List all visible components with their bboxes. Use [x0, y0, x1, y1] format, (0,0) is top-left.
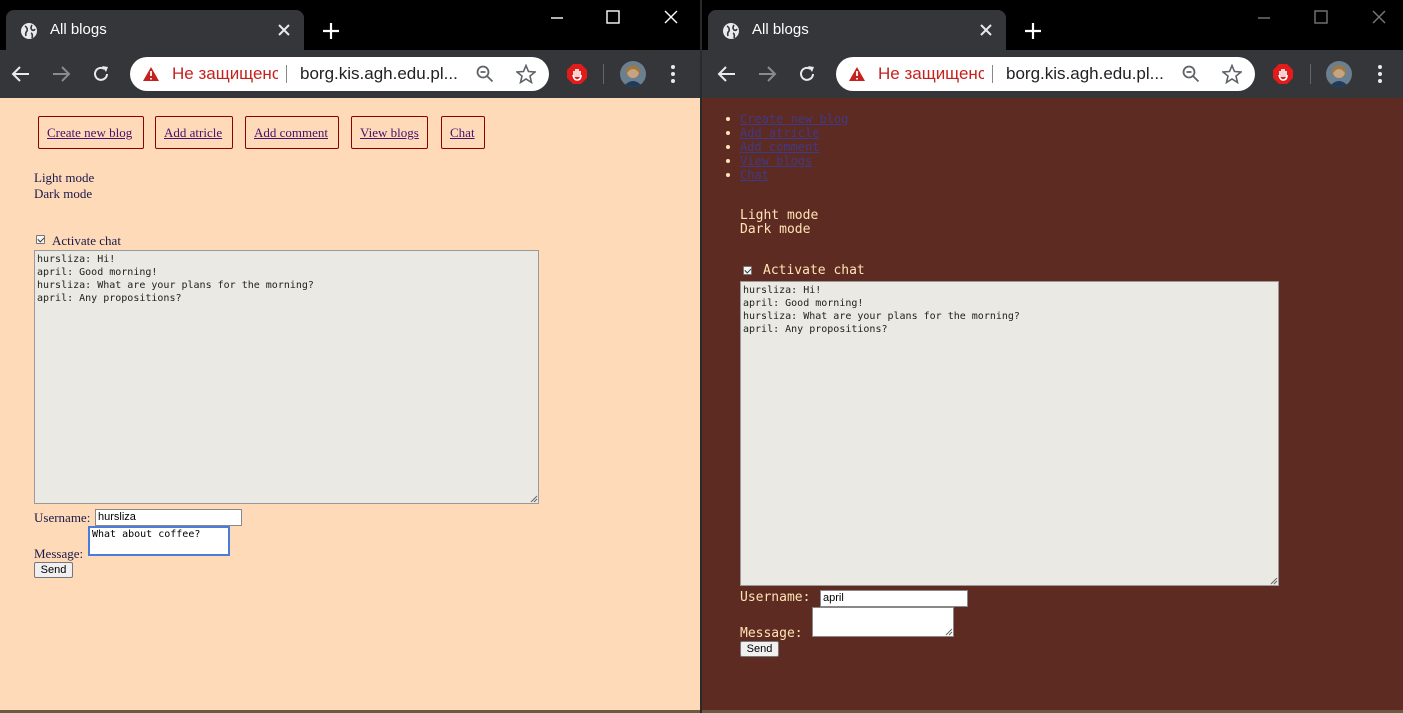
- activate-chat-checkbox[interactable]: [743, 266, 752, 275]
- nav-link-label: Add atricle: [740, 126, 820, 140]
- nav-chat-button[interactable]: Chat: [441, 116, 485, 149]
- activate-chat-checkbox[interactable]: [36, 235, 45, 244]
- bookmark-star-icon[interactable]: [1222, 64, 1242, 84]
- address-bar[interactable]: Не защищенс borg.kis.agh.edu.pl...: [836, 57, 1255, 91]
- nav-add-comment-link[interactable]: Add comment: [726, 140, 848, 154]
- browser-window-left: All blogs Не защищенс borg.kis.agh.edu.p…: [0, 0, 700, 713]
- nav-view-blogs-link[interactable]: View blogs: [726, 154, 848, 168]
- bookmark-star-icon[interactable]: [516, 64, 536, 84]
- omnibox-divider: [992, 65, 993, 83]
- adblock-extension-icon[interactable]: [566, 63, 588, 85]
- resize-grip-icon[interactable]: [1269, 576, 1278, 585]
- nav-add-comment-button[interactable]: Add comment: [245, 116, 339, 149]
- reload-icon[interactable]: [797, 64, 817, 84]
- light-mode-option[interactable]: Light mode: [740, 208, 818, 223]
- nav-link-label: Chat: [740, 168, 769, 182]
- tab-strip: All blogs: [702, 0, 1403, 50]
- username-label: Username:: [740, 590, 811, 605]
- browser-tab[interactable]: All blogs: [6, 10, 304, 50]
- omnibox-divider: [286, 65, 287, 83]
- adblock-extension-icon[interactable]: [1272, 63, 1294, 85]
- close-window-icon[interactable]: [1368, 8, 1390, 28]
- address-bar[interactable]: Не защищенс borg.kis.agh.edu.pl...: [130, 57, 549, 91]
- profile-avatar[interactable]: [620, 61, 646, 87]
- dark-mode-option[interactable]: Dark mode: [740, 222, 810, 237]
- send-button[interactable]: Send: [34, 562, 73, 578]
- activate-chat-label: Activate chat: [52, 233, 121, 248]
- username-input[interactable]: hursliza: [95, 509, 242, 526]
- tab-title: All blogs: [752, 21, 809, 38]
- chat-log[interactable]: hursliza: Hi! april: Good morning! hursl…: [34, 250, 539, 504]
- list-bullet: [726, 117, 730, 121]
- maximize-icon[interactable]: [1310, 8, 1332, 28]
- browser-toolbar: Не защищенс borg.kis.agh.edu.pl...: [702, 50, 1403, 98]
- back-icon[interactable]: [11, 64, 31, 84]
- send-button[interactable]: Send: [740, 641, 779, 657]
- maximize-icon[interactable]: [602, 8, 624, 28]
- message-label: Message:: [34, 546, 84, 561]
- nav-create-blog-button[interactable]: Create new blog: [38, 116, 144, 149]
- message-input[interactable]: [812, 607, 954, 637]
- nav-link-label: View blogs: [740, 154, 813, 168]
- toolbar-divider: [1310, 64, 1311, 84]
- url-text[interactable]: borg.kis.agh.edu.pl...: [300, 64, 462, 84]
- browser-toolbar: Не защищенс borg.kis.agh.edu.pl...: [0, 50, 700, 98]
- tab-title: All blogs: [50, 21, 107, 38]
- zoom-out-icon[interactable]: [1182, 65, 1200, 83]
- new-tab-icon[interactable]: [322, 22, 340, 40]
- nav-add-article-button[interactable]: Add atricle: [155, 116, 233, 149]
- nav-create-blog-link[interactable]: Create new blog: [726, 112, 849, 126]
- username-label: Username:: [34, 510, 91, 525]
- nav-links: Create new blog Add atricle Add comment …: [726, 112, 849, 182]
- list-bullet: [726, 173, 730, 177]
- url-text[interactable]: borg.kis.agh.edu.pl...: [1006, 64, 1168, 84]
- nav-view-blogs-button[interactable]: View blogs: [351, 116, 428, 149]
- close-tab-icon[interactable]: [978, 22, 994, 38]
- resize-grip-icon[interactable]: [944, 627, 953, 636]
- activate-chat-label: Activate chat: [763, 263, 865, 278]
- resize-grip-icon[interactable]: [529, 494, 538, 503]
- message-label: Message:: [740, 626, 803, 641]
- browser-window-right: All blogs Не защищенс borg.kis.agh.edu.p…: [702, 0, 1403, 713]
- zoom-out-icon[interactable]: [476, 65, 494, 83]
- close-window-icon[interactable]: [660, 8, 682, 28]
- reload-icon[interactable]: [91, 64, 111, 84]
- more-menu-icon[interactable]: [1370, 64, 1390, 84]
- profile-avatar[interactable]: [1326, 61, 1352, 87]
- page-content: Create new blog Add atricle Add comment …: [702, 98, 1403, 713]
- minimize-icon[interactable]: [1253, 8, 1275, 28]
- new-tab-icon[interactable]: [1024, 22, 1042, 40]
- browser-tab[interactable]: All blogs: [708, 10, 1006, 50]
- list-bullet: [726, 131, 730, 135]
- nav-chat-link[interactable]: Chat: [726, 168, 848, 182]
- light-mode-option[interactable]: Light mode: [34, 170, 94, 186]
- chat-log[interactable]: hursliza: Hi! april: Good morning! hursl…: [740, 281, 1279, 586]
- more-menu-icon[interactable]: [663, 64, 683, 84]
- page-content: Create new blog Add atricle Add comment …: [0, 98, 700, 713]
- minimize-icon[interactable]: [546, 8, 568, 28]
- list-bullet: [726, 145, 730, 149]
- username-input[interactable]: april: [820, 590, 968, 607]
- nav-link-label: Add comment: [740, 140, 820, 154]
- tab-strip: All blogs: [0, 0, 700, 50]
- warning-icon[interactable]: [848, 66, 866, 82]
- globe-icon: [21, 23, 37, 39]
- forward-icon[interactable]: [51, 64, 71, 84]
- security-status-text: Не защищенс: [878, 64, 984, 83]
- forward-icon[interactable]: [757, 64, 777, 84]
- close-tab-icon[interactable]: [276, 22, 292, 38]
- nav-add-article-link[interactable]: Add atricle: [726, 126, 848, 140]
- nav-link-label: Create new blog: [740, 112, 849, 126]
- warning-icon[interactable]: [142, 66, 160, 82]
- security-status-text: Не защищенс: [172, 64, 278, 83]
- list-bullet: [726, 159, 730, 163]
- back-icon[interactable]: [717, 64, 737, 84]
- message-input[interactable]: What about coffee?: [88, 526, 230, 556]
- dark-mode-option[interactable]: Dark mode: [34, 186, 92, 202]
- toolbar-divider: [603, 64, 604, 84]
- globe-icon: [723, 23, 739, 39]
